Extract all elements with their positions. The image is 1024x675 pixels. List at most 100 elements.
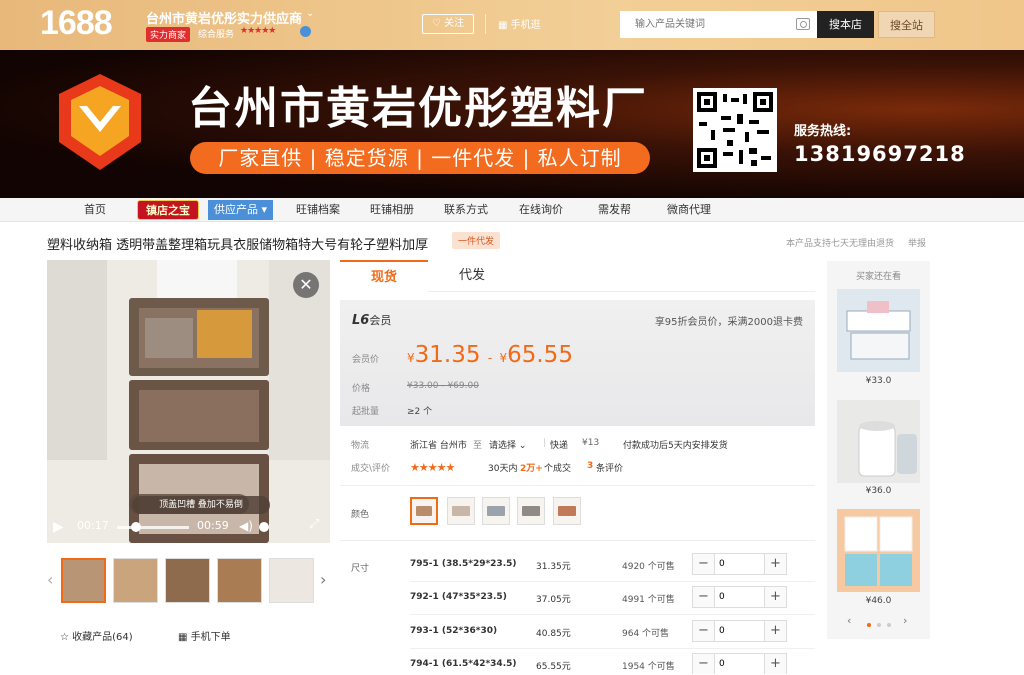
shipping-destination[interactable]: 请选择 ⌄: [489, 438, 526, 451]
increase-button[interactable]: +: [764, 654, 786, 674]
color-swatch-5[interactable]: [553, 497, 581, 525]
member-price-high: 65.55: [507, 342, 573, 368]
mobile-order[interactable]: ▦ 手机下单: [178, 628, 231, 643]
shop-banner: 台州市黄岩优彤塑料厂 厂家直供 | 稳定货源 | 一件代发 | 私人订制 服务热…: [0, 50, 1024, 198]
banner-slogan: 厂家直供 | 稳定货源 | 一件代发 | 私人订制: [190, 142, 650, 174]
nav-album[interactable]: 旺铺相册: [370, 198, 414, 222]
recommend-item-image[interactable]: [837, 400, 920, 483]
color-swatch-1[interactable]: [410, 497, 438, 525]
camera-icon[interactable]: [796, 18, 810, 30]
destination-label: 请选择: [489, 441, 517, 451]
qr-code-icon: ▦: [178, 632, 188, 643]
express-label: 快递: [550, 441, 569, 451]
nav-archive[interactable]: 旺铺档案: [296, 198, 340, 222]
recommend-item-image[interactable]: [837, 289, 920, 372]
moq-label: 起批量: [352, 407, 380, 417]
size-stock: 964 个可售: [622, 629, 670, 639]
member-level-suffix: 会员: [369, 314, 392, 327]
size-stock: 1954 个可售: [622, 662, 675, 672]
decrease-button[interactable]: −: [693, 621, 715, 641]
pager-dot[interactable]: [877, 623, 881, 627]
recommend-item-image[interactable]: [837, 509, 920, 592]
shipping-from: 浙江省 台州市: [410, 441, 467, 451]
delivery-note: 付款成功后5天内安排发货: [623, 441, 728, 451]
thumbnail-4[interactable]: [217, 558, 262, 603]
quantity-input[interactable]: [715, 587, 764, 607]
quantity-stepper: −+: [692, 553, 787, 575]
color-swatch-2[interactable]: [447, 497, 475, 525]
service-label: 综合服务: [198, 30, 235, 40]
color-swatch-3[interactable]: [482, 497, 510, 525]
nav-hot-items[interactable]: 镇店之宝: [137, 200, 199, 220]
chevron-down-icon[interactable]: ⌄: [306, 8, 314, 19]
color-swatch-4[interactable]: [517, 497, 545, 525]
mobile-order-label: 手机下单: [190, 632, 231, 643]
verified-badge: 实力商家: [146, 27, 191, 42]
video-progress-handle[interactable]: [131, 522, 141, 532]
fullscreen-icon[interactable]: ⤢: [309, 517, 319, 532]
size-price: 65.55元: [536, 662, 571, 672]
shipping-fee: ¥13: [582, 438, 600, 448]
report-link[interactable]: 举报: [908, 236, 926, 249]
tab-dropship[interactable]: 代发: [428, 260, 516, 292]
mobile-shop-link[interactable]: ▦ 手机逛: [498, 16, 541, 31]
increase-button[interactable]: +: [764, 587, 786, 607]
nav-dropship[interactable]: 需发帮: [598, 198, 631, 222]
nav-micro-agent[interactable]: 微商代理: [667, 198, 711, 222]
play-icon[interactable]: ▶: [53, 519, 64, 535]
size-name: 794-1 (61.5*42*34.5): [410, 659, 517, 669]
video-progress-track[interactable]: [117, 526, 189, 529]
decrease-button[interactable]: −: [693, 554, 715, 574]
thumbnail-1[interactable]: [61, 558, 106, 603]
video-current-time: 00:17: [77, 519, 109, 532]
review-count[interactable]: 3: [587, 461, 593, 471]
quantity-stepper: −+: [692, 653, 787, 674]
pager-dot[interactable]: [867, 623, 871, 627]
nav-contact[interactable]: 联系方式: [444, 198, 488, 222]
close-video-button[interactable]: ✕: [293, 272, 319, 298]
quantity-input[interactable]: [715, 621, 764, 641]
thumbnail-3[interactable]: [165, 558, 210, 603]
chevron-right-icon[interactable]: ›: [320, 570, 326, 589]
site-logo[interactable]: 1688: [40, 4, 113, 43]
quantity-input[interactable]: [715, 554, 764, 574]
pager-dot[interactable]: [887, 623, 891, 627]
volume-slider[interactable]: [259, 522, 269, 532]
thumbnail-2[interactable]: [113, 558, 158, 603]
search-input[interactable]: [621, 12, 791, 37]
search-shop-button[interactable]: 搜本店: [817, 11, 874, 38]
recommend-item-price: ¥46.0: [865, 596, 892, 606]
favorite-product[interactable]: ☆ 收藏产品(64): [60, 628, 133, 643]
member-price-label: 会员价: [352, 355, 380, 365]
member-level-code: L6: [352, 313, 370, 328]
favorite-label: 收藏产品(64): [72, 632, 133, 643]
tab-spot[interactable]: 现货: [340, 260, 428, 292]
shipping-label: 物流: [351, 441, 370, 451]
quantity-stepper: −+: [692, 586, 787, 608]
chevron-left-icon[interactable]: ‹: [47, 570, 53, 589]
thumbnail-strip: ‹ ›: [47, 558, 330, 606]
recommend-item-price: ¥33.0: [865, 376, 892, 386]
decrease-button[interactable]: −: [693, 654, 715, 674]
shop-name[interactable]: 台州市黄岩优彤实力供应商: [146, 8, 302, 27]
dropship-tag: 一件代发: [452, 232, 501, 249]
volume-icon[interactable]: ◀): [239, 519, 253, 533]
decrease-button[interactable]: −: [693, 587, 715, 607]
follow-button[interactable]: ♡ 关注: [422, 14, 474, 34]
nav-home[interactable]: 首页: [84, 198, 106, 222]
increase-button[interactable]: +: [764, 621, 786, 641]
chevron-right-icon[interactable]: ›: [903, 614, 907, 627]
review-suffix[interactable]: 条评价: [596, 461, 623, 474]
quantity-input[interactable]: [715, 654, 764, 674]
recommend-item-price: ¥36.0: [865, 486, 892, 496]
nav-inquiry[interactable]: 在线询价: [519, 198, 563, 222]
chevron-left-icon[interactable]: ‹: [847, 614, 851, 627]
image-caption: 顶盖凹槽 叠加不易倒: [132, 496, 270, 514]
thumbnail-5[interactable]: [269, 558, 314, 603]
search-all-button[interactable]: 搜全站: [878, 11, 935, 38]
recommend-pager: ‹ ›: [847, 614, 910, 631]
size-stock: 4920 个可售: [622, 562, 675, 572]
size-row: 792-1 (47*35*23.5) 37.05元 4991 个可售 −+: [410, 582, 815, 615]
nav-supply-products[interactable]: 供应产品 ▾: [208, 200, 274, 220]
increase-button[interactable]: +: [764, 554, 786, 574]
